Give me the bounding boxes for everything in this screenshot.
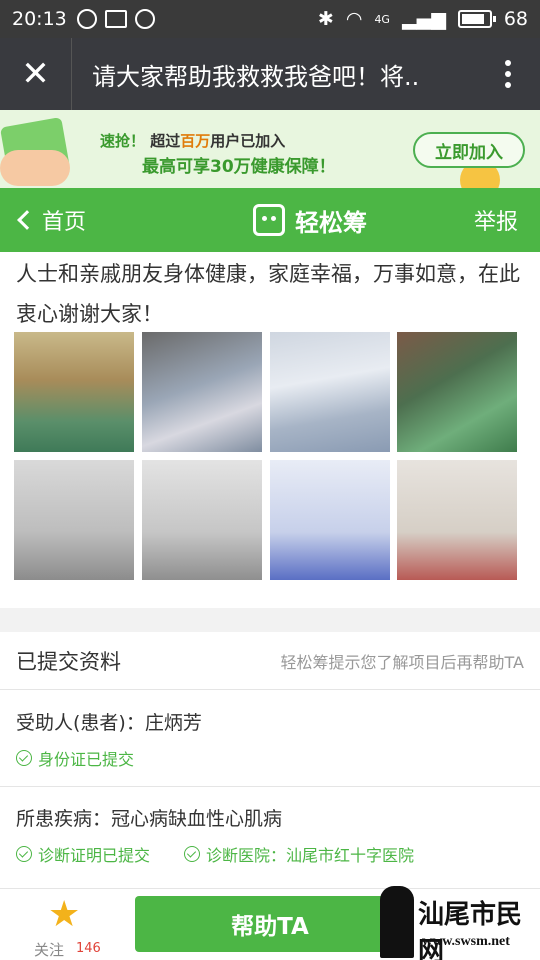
photo-medical-document[interactable]	[397, 460, 517, 580]
story-text: 人士和亲戚朋友身体健康，家庭幸福，万事如意，在此衷心谢谢大家！	[16, 262, 520, 326]
follow-label: 关注	[34, 941, 65, 959]
help-ta-button[interactable]: 帮助TA	[135, 896, 405, 952]
check-circle-icon	[16, 846, 32, 862]
patient-name: 受助人(患者)：庄炳芳	[16, 712, 202, 734]
story-section: 人士和亲戚朋友身体健康，家庭幸福，万事如意，在此衷心谢谢大家！	[0, 252, 540, 608]
brand: 轻松筹	[180, 203, 440, 238]
home-label: 首页	[42, 210, 87, 235]
bluetooth-icon: ✱	[317, 8, 334, 30]
hand-illustration	[0, 150, 70, 186]
disease-name: 所患疾病：冠心病缺血性心肌病	[16, 808, 283, 830]
signal-icon: ▂▄▆	[401, 8, 446, 30]
person-silhouette-icon	[380, 886, 414, 958]
banner-text-a: 超过	[150, 132, 181, 150]
check-circle-icon	[184, 846, 200, 862]
battery-level: 68	[503, 8, 528, 30]
status-bar: 20:13 ✱ ◠ 4G ▂▄▆ 68	[0, 0, 540, 38]
report-link[interactable]: 举报	[440, 204, 540, 236]
diagnosis-submitted-label: 诊断证明已提交	[38, 846, 151, 865]
photo-patient-hospital-bed[interactable]	[270, 332, 390, 452]
banner-text-b: 用户已加入	[210, 132, 286, 150]
photo-patient-id-card[interactable]	[142, 332, 262, 452]
more-menu-button[interactable]	[476, 60, 540, 88]
diagnosis-submitted-badge: 诊断证明已提交	[16, 842, 150, 866]
hospital-badge: 诊断医院：汕尾市红十字医院	[184, 842, 414, 866]
close-button[interactable]: ✕	[0, 38, 72, 110]
join-now-button[interactable]: 立即加入	[413, 132, 525, 168]
star-icon: ★	[48, 894, 81, 935]
photo-medical-document[interactable]	[14, 460, 134, 580]
hospital-label: 诊断医院：汕尾市红十字医院	[206, 846, 415, 865]
brand-logo-icon	[253, 204, 285, 236]
photo-medical-document[interactable]	[142, 460, 262, 580]
image-notification-icon	[104, 10, 127, 28]
card-title: 已提交资料	[16, 649, 121, 674]
chevron-left-icon	[17, 210, 37, 230]
watermark-text: 汕尾市民网	[418, 900, 523, 960]
card-header: 已提交资料 轻松筹提示您了解项目后再帮助TA	[0, 632, 540, 690]
home-back-link[interactable]: 首页	[0, 204, 160, 236]
webview-title-bar: ✕ 请大家帮助我救救我爸吧！将..	[0, 38, 540, 110]
page-title: 请大家帮助我救救我爸吧！将..	[92, 62, 420, 91]
network-type: 4G	[374, 12, 390, 26]
photo-patient-with-id[interactable]	[14, 332, 134, 452]
watermark-url: www.swsm.net	[422, 934, 510, 949]
clock: 20:13	[12, 8, 67, 30]
id-submitted-label: 身份证已提交	[38, 750, 135, 769]
nav-bar: 首页 轻松筹 举报	[0, 188, 540, 252]
wifi-icon: ◠	[345, 8, 363, 30]
photo-medical-document[interactable]	[270, 460, 390, 580]
banner-subline: 最高可享30万健康保障！	[142, 157, 336, 177]
id-submitted-badge: 身份证已提交	[16, 746, 134, 770]
follow-button[interactable]: ★ 关注 146	[26, 894, 116, 960]
divider	[0, 786, 540, 787]
check-circle-icon	[16, 750, 32, 766]
notification-icon	[76, 9, 97, 29]
follow-count: 146	[76, 941, 101, 956]
brand-name: 轻松筹	[295, 208, 367, 237]
notification-icon	[134, 9, 155, 29]
banner-accent: 百万	[180, 132, 211, 150]
card-hint: 轻松筹提示您了解项目后再帮助TA	[280, 652, 524, 672]
submitted-info-card: 已提交资料 轻松筹提示您了解项目后再帮助TA 受助人(患者)：庄炳芳 身份证已提…	[0, 632, 540, 892]
close-icon: ✕	[21, 54, 50, 94]
photo-patient-leg[interactable]	[397, 332, 517, 452]
banner-headline: 速抢！ 超过百万用户已加入	[100, 130, 285, 151]
site-watermark: 汕尾市民网 www.swsm.net	[380, 886, 538, 960]
banner-prefix: 速抢！	[100, 132, 146, 150]
battery-icon	[457, 10, 496, 28]
